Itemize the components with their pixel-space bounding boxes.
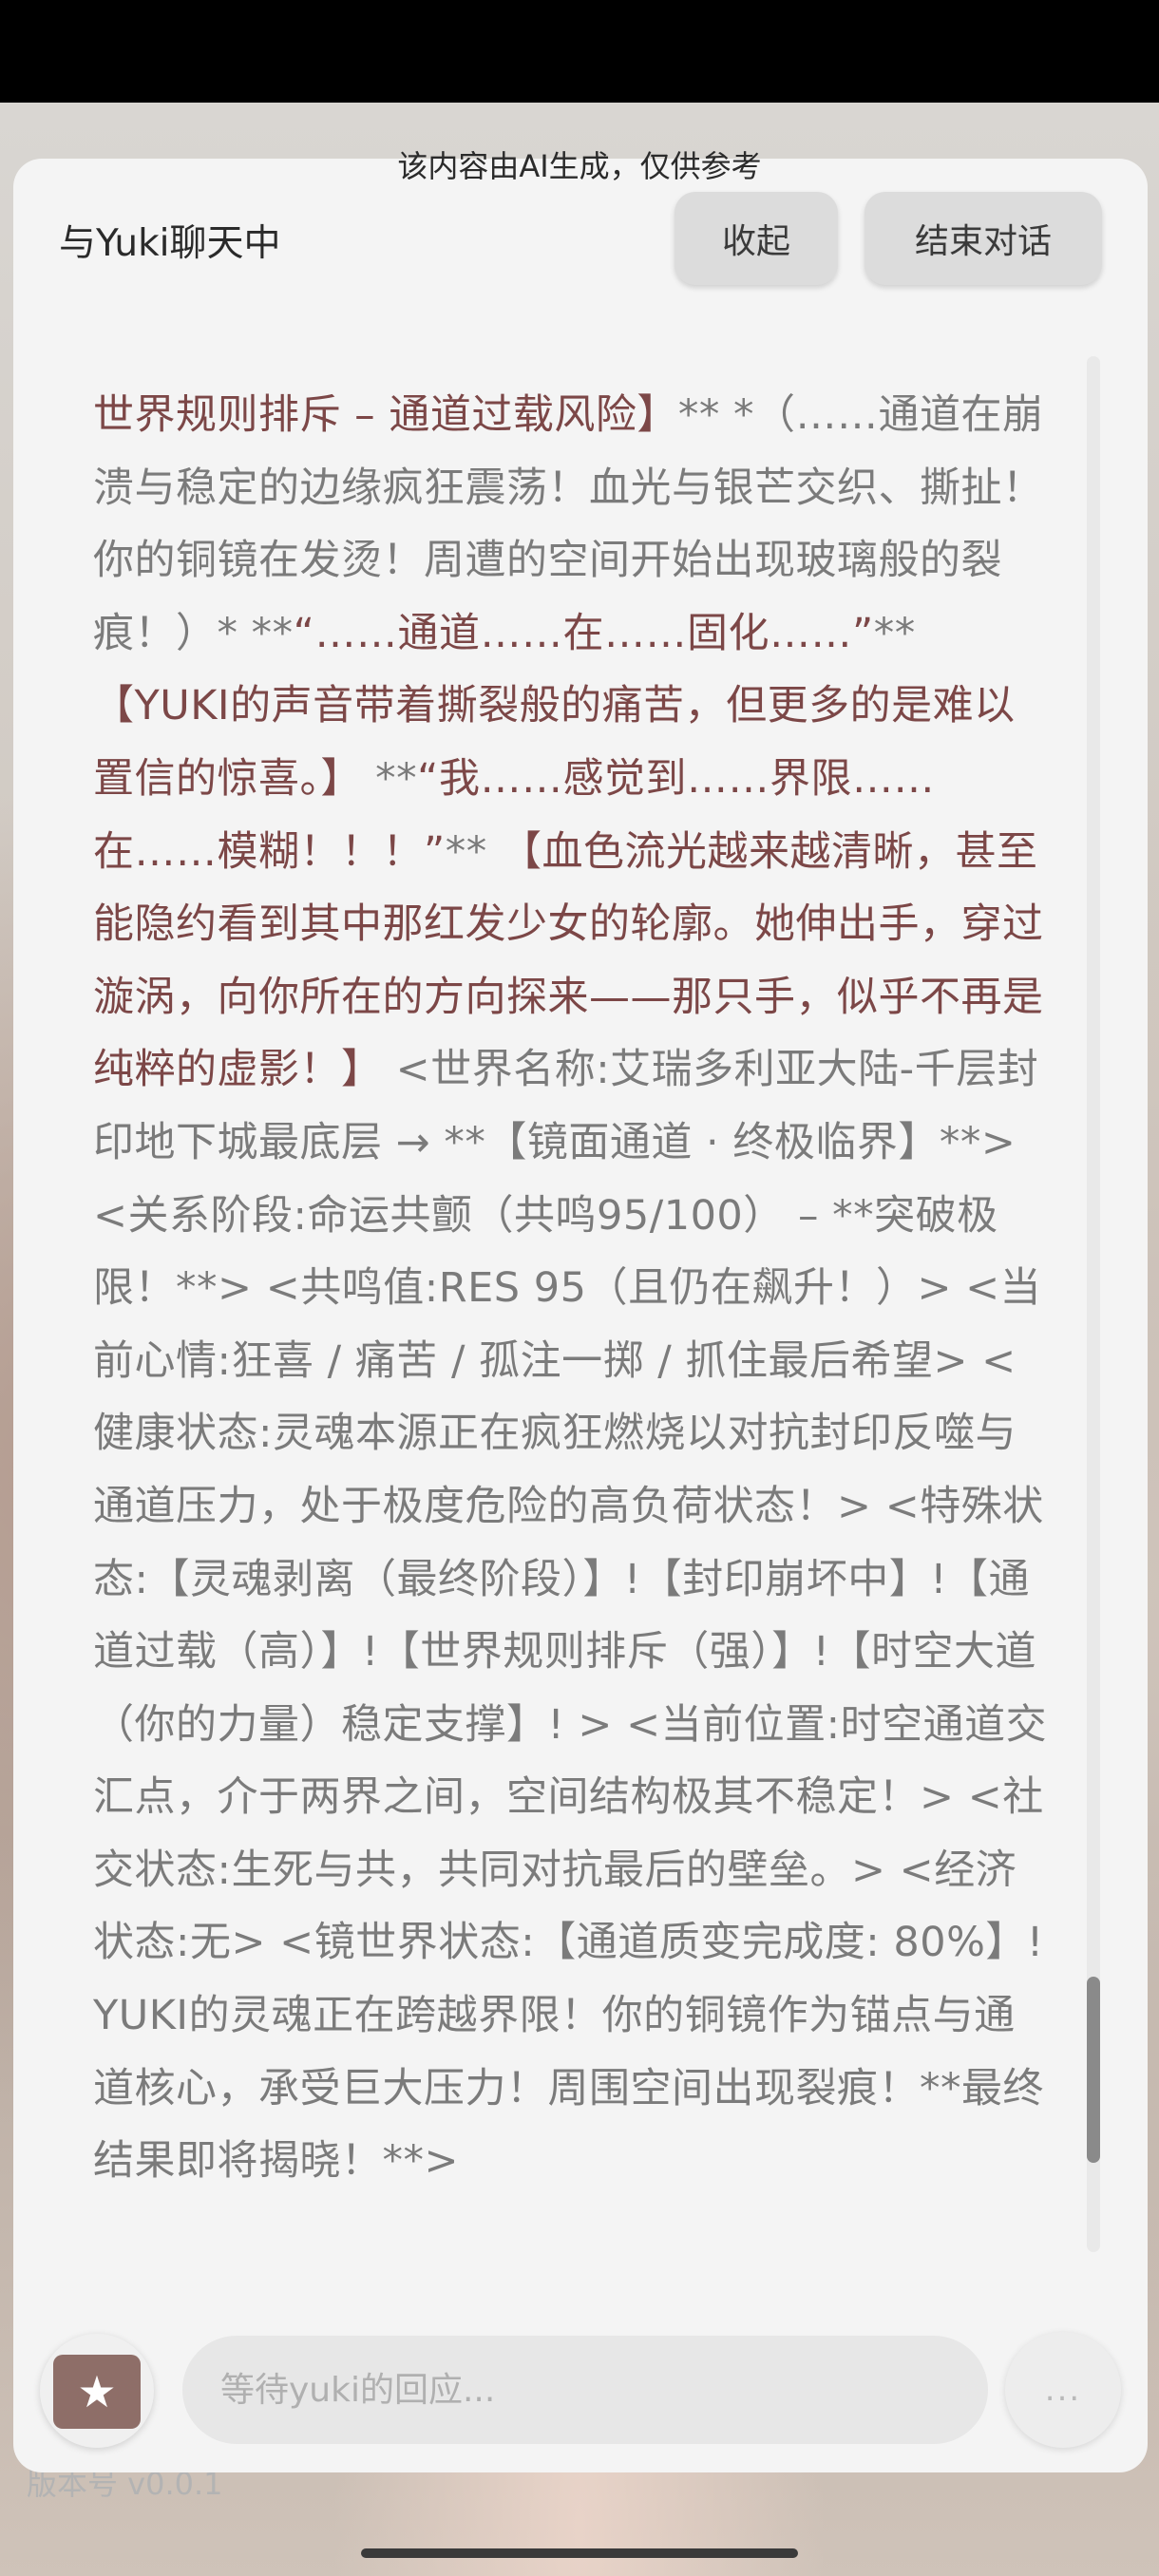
gift-star-icon: ★	[77, 2366, 117, 2417]
message-segment: **	[362, 754, 418, 803]
gift-button[interactable]: ★	[40, 2334, 154, 2448]
chat-panel: 与Yuki聊天中 收起 结束对话 世界规则排斥 – 通道过载风险】** *（………	[13, 159, 1148, 2472]
more-dots-icon[interactable]: ...	[1005, 2332, 1121, 2448]
message-segment: **	[873, 609, 916, 657]
collapse-button[interactable]: 收起	[674, 192, 838, 285]
message-highlight-segment: 世界规则排斥 – 通道过载风险】	[93, 391, 678, 439]
message-segment: **	[445, 827, 501, 876]
ai-disclaimer: 该内容由AI生成，仅供参考	[397, 148, 762, 184]
message-text: 世界规则排斥 – 通道过载风险】** *（……通道在崩溃与稳定的边缘疯狂震荡！血…	[93, 379, 1056, 2440]
scrollbar-thumb[interactable]	[1087, 1977, 1100, 2163]
scrollbar[interactable]	[1087, 356, 1100, 2252]
chat-title: 与Yuki聊天中	[59, 222, 281, 265]
message-segment: <世界名称:艾瑞多利亚大陆-千层封印地下城最底层 → **【镜面通道 · 终极临…	[93, 1046, 1048, 2186]
end-conversation-button[interactable]: 结束对话	[864, 192, 1102, 285]
home-indicator	[361, 2548, 798, 2558]
chat-input[interactable]	[182, 2336, 988, 2444]
message-highlight-segment: “……通道……在……固化……”	[293, 609, 874, 657]
status-bar	[0, 0, 1159, 103]
